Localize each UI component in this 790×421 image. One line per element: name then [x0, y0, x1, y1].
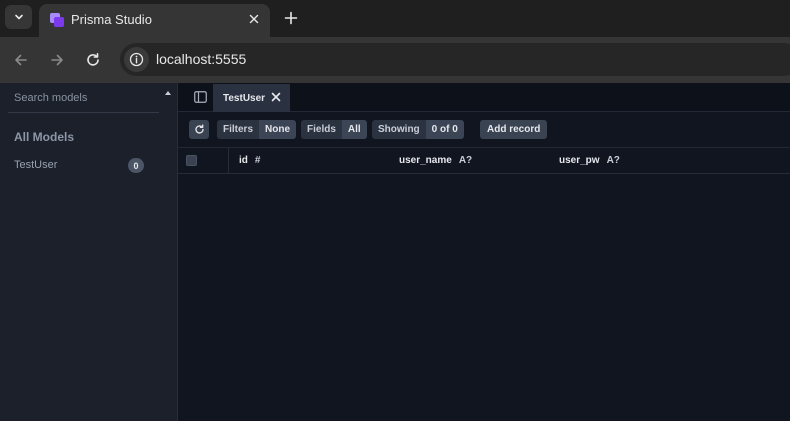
model-name: TestUser [14, 159, 58, 171]
browser-toolbar: localhost:5555 [0, 37, 790, 83]
select-all-checkbox[interactable] [186, 155, 197, 166]
prisma-studio-icon [50, 13, 64, 27]
search-divider [8, 112, 159, 113]
column-divider [228, 148, 229, 174]
model-count-badge: 0 [128, 158, 144, 173]
chevron-down-icon [14, 14, 23, 20]
address-bar[interactable]: localhost:5555 [120, 43, 790, 76]
filters-value: None [259, 120, 297, 139]
tab-label: TestUser [223, 92, 266, 104]
fields-button[interactable]: Fields All [301, 120, 367, 139]
fields-value: All [341, 120, 367, 139]
url-text: localhost:5555 [156, 51, 247, 67]
column-header-user-name[interactable]: user_name A? [399, 155, 472, 166]
column-header-id[interactable]: id # [239, 155, 260, 166]
column-type: # [254, 155, 261, 166]
fields-label: Fields [301, 120, 342, 139]
close-icon [249, 14, 259, 24]
tab-list-button[interactable] [5, 5, 32, 29]
filters-button[interactable]: Filters None [217, 120, 297, 139]
model-tabs-bar: TestUser [178, 83, 790, 112]
actions-toolbar: Filters None Fields All Showing 0 of 0 A… [178, 112, 790, 148]
plus-icon [284, 11, 298, 25]
sidebar-item-testuser[interactable]: TestUser 0 [14, 158, 146, 174]
arrow-right-icon [51, 54, 63, 66]
browser-tab[interactable]: Prisma Studio [39, 4, 270, 37]
close-icon[interactable] [271, 92, 281, 102]
forward-button[interactable] [46, 49, 68, 71]
all-models-heading: All Models [14, 130, 75, 144]
add-record-button[interactable]: Add record [480, 120, 548, 139]
showing-value: 0 of 0 [425, 120, 464, 139]
column-name: id [239, 155, 248, 166]
new-tab-button[interactable] [281, 8, 301, 28]
column-name: user_pw [559, 155, 600, 166]
info-icon [129, 52, 144, 67]
caret-up-icon[interactable] [164, 89, 172, 97]
main-panel: TestUser Filters None Fields All Showing… [178, 83, 790, 421]
column-type: A? [458, 155, 473, 166]
models-sidebar: Search models All Models TestUser 0 [0, 83, 178, 421]
arrow-left-icon [15, 54, 27, 66]
close-tab-button[interactable] [246, 11, 262, 27]
column-name: user_name [399, 155, 452, 166]
browser-tab-title: Prisma Studio [71, 12, 152, 27]
site-info-button[interactable] [124, 47, 149, 72]
filters-label: Filters [217, 120, 260, 139]
showing-button[interactable]: Showing 0 of 0 [372, 120, 464, 139]
refresh-button[interactable] [189, 120, 209, 139]
refresh-icon [194, 124, 204, 134]
showing-label: Showing [372, 120, 426, 139]
column-type: A? [606, 155, 620, 166]
sidebar-toggle-icon[interactable] [194, 91, 207, 103]
tab-testuser[interactable]: TestUser [213, 84, 290, 112]
search-models-input[interactable]: Search models [14, 92, 87, 104]
back-button[interactable] [10, 49, 32, 71]
table-header-row: id # user_name A? user_pw A? [178, 148, 790, 174]
column-header-user-pw[interactable]: user_pw A? [559, 155, 620, 166]
reload-button[interactable] [82, 49, 104, 71]
browser-tab-strip: Prisma Studio [0, 0, 790, 37]
reload-icon [87, 53, 99, 66]
